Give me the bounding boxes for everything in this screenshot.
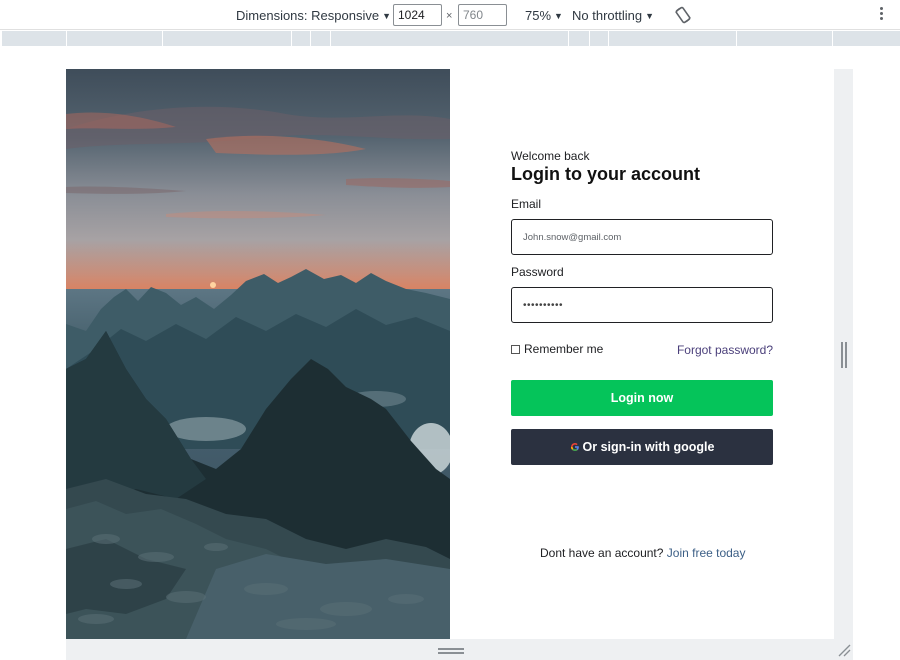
dimensions-label: Dimensions: Responsive: [236, 8, 380, 23]
media-query-segment[interactable]: [66, 31, 67, 46]
caret-down-icon: ▼: [645, 11, 655, 21]
login-button-label: Login now: [610, 391, 674, 405]
media-query-segment[interactable]: [162, 31, 163, 46]
forgot-password-link[interactable]: Forgot password?: [677, 343, 773, 357]
corner-resize-icon[interactable]: [837, 643, 851, 657]
media-query-segment[interactable]: [310, 31, 311, 46]
remember-checkbox[interactable]: [511, 344, 520, 354]
welcome-text: Welcome back: [511, 149, 590, 163]
google-button-label: Or sign-in with google: [582, 440, 715, 454]
signup-prompt: Dont have an account? Join free today: [540, 546, 745, 560]
height-input[interactable]: 760: [458, 4, 507, 26]
throttling-label: No throttling: [572, 8, 643, 23]
media-query-segment[interactable]: [832, 31, 833, 46]
media-query-segment[interactable]: [291, 31, 292, 46]
media-query-segment[interactable]: [608, 31, 609, 46]
login-form: Welcome back Login to your account Email…: [511, 149, 773, 465]
remember-me[interactable]: Remember me: [511, 342, 603, 356]
caret-down-icon: ▼: [382, 11, 391, 21]
media-query-segment[interactable]: [330, 31, 331, 46]
zoom-dropdown[interactable]: 75% ▼: [525, 8, 563, 23]
more-options-icon[interactable]: [878, 7, 884, 23]
page-viewport: Welcome back Login to your account Email…: [66, 69, 834, 639]
signup-text: Dont have an account?: [540, 546, 664, 560]
join-free-link[interactable]: Join free today: [667, 546, 746, 560]
mountain-sunset-image: [66, 69, 450, 639]
media-query-segment[interactable]: [736, 31, 737, 46]
google-icon: [570, 443, 579, 451]
horizontal-grip-icon[interactable]: [438, 648, 464, 654]
google-signin-button[interactable]: Or sign-in with google: [511, 429, 773, 465]
media-query-segment[interactable]: [568, 31, 569, 46]
width-input[interactable]: 1024: [393, 4, 442, 26]
throttling-dropdown[interactable]: No throttling ▼: [572, 8, 654, 23]
times-sign: ×: [446, 10, 453, 22]
caret-down-icon: ▼: [554, 11, 563, 21]
media-query-segment[interactable]: [589, 31, 590, 46]
password-field[interactable]: ••••••••••: [511, 287, 773, 323]
device-toolbar: Dimensions: Responsive ▼ 1024 × 760 75% ▼ …: [0, 0, 900, 30]
rotate-icon[interactable]: [673, 5, 693, 25]
zoom-label: 75%: [525, 8, 552, 23]
password-value: ••••••••••: [523, 299, 564, 311]
email-field[interactable]: John.snow@gmail.com: [511, 219, 773, 255]
password-label: Password: [511, 265, 564, 279]
emulation-stage: Welcome back Login to your account Email…: [0, 47, 900, 660]
vertical-grip-icon[interactable]: [841, 342, 847, 368]
login-button[interactable]: Login now: [511, 380, 773, 416]
remember-label: Remember me: [524, 342, 604, 356]
media-query-bar[interactable]: [2, 31, 900, 46]
email-value: John.snow@gmail.com: [523, 231, 622, 243]
page-title: Login to your account: [511, 164, 700, 184]
email-label: Email: [511, 197, 542, 211]
dimensions-dropdown[interactable]: Dimensions: Responsive ▼: [236, 8, 391, 23]
